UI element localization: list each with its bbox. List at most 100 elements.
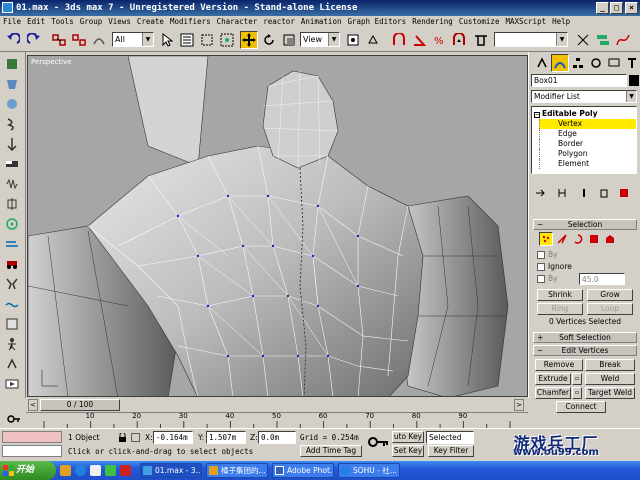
window-crossing-icon[interactable] — [218, 31, 236, 49]
mirror-icon[interactable] — [574, 31, 592, 49]
task-folder[interactable]: 橘子集团的... — [206, 463, 268, 478]
lock-icon[interactable] — [118, 432, 127, 442]
manipulate-icon[interactable] — [364, 31, 382, 49]
motion-tab-icon[interactable] — [587, 54, 605, 72]
select-by-name-icon[interactable] — [178, 31, 196, 49]
start-button[interactable]: 开始 — [0, 461, 56, 480]
undo-icon[interactable] — [4, 31, 22, 49]
chamfer-button[interactable]: Chamfer — [535, 387, 571, 399]
menu-help[interactable]: Help — [549, 16, 573, 28]
minimize-button[interactable]: _ — [596, 2, 609, 14]
rope-collection-icon[interactable] — [4, 116, 20, 132]
target-weld-button[interactable]: Target Weld — [585, 387, 635, 399]
menu-views[interactable]: Views — [105, 16, 134, 28]
previous-frame-icon[interactable]: < — [28, 399, 38, 411]
selection-rollout-header[interactable]: − Selection — [533, 219, 637, 230]
reference-coordinate-dropdown[interactable]: View ▼ — [300, 32, 340, 47]
stack-item-element[interactable]: Element — [539, 159, 636, 169]
close-button[interactable]: × — [625, 2, 638, 14]
maximize-button[interactable]: □ — [610, 2, 623, 14]
weld-button[interactable]: Weld — [585, 373, 635, 385]
select-and-move-icon[interactable] — [240, 31, 258, 49]
x-coordinate-field[interactable]: -0.164m — [153, 431, 193, 444]
track-bar[interactable]: 10 20 30 40 50 60 70 80 90 — [26, 412, 528, 428]
extrude-settings-button[interactable]: ▫ — [572, 373, 582, 385]
select-and-rotate-icon[interactable] — [260, 31, 278, 49]
dashpot-icon[interactable] — [4, 196, 20, 212]
select-and-link-icon[interactable] — [50, 31, 68, 49]
vertex-level-icon[interactable] — [539, 232, 553, 246]
snaps-toggle-icon[interactable] — [390, 31, 408, 49]
key-filters-button[interactable]: Key Filter — [428, 445, 474, 457]
deforming-mesh-icon[interactable] — [4, 136, 20, 152]
task-3dsmax[interactable]: 01.max - 3... — [140, 463, 202, 478]
rectangular-selection-icon[interactable] — [198, 31, 216, 49]
perspective-viewport[interactable]: Perspective — [27, 55, 528, 397]
media-icon[interactable] — [120, 465, 131, 476]
spring-icon[interactable] — [4, 176, 20, 192]
loop-button[interactable]: Loop — [587, 303, 633, 315]
soft-selection-rollout-header[interactable]: + Soft Selection — [533, 332, 637, 343]
select-and-scale-icon[interactable] — [280, 31, 298, 49]
key-icon[interactable] — [4, 412, 24, 426]
menu-group[interactable]: Group — [77, 16, 106, 28]
browser-icon[interactable] — [75, 465, 86, 476]
menu-reactor[interactable]: reactor — [260, 16, 298, 28]
connect-button[interactable]: Connect — [556, 401, 606, 413]
task-photoshop[interactable]: Adobe Phot... — [272, 463, 334, 478]
menu-character[interactable]: Character — [214, 16, 261, 28]
utilities-tab-icon[interactable] — [623, 54, 640, 72]
hierarchy-tab-icon[interactable] — [569, 54, 587, 72]
bind-space-warp-icon[interactable] — [90, 31, 108, 49]
ring-button[interactable]: Ring — [537, 303, 583, 315]
object-color-swatch[interactable] — [629, 75, 639, 86]
task-browser[interactable]: SOHU - 社... — [338, 463, 400, 478]
remove-modifier-icon[interactable] — [597, 186, 611, 200]
wind-icon[interactable] — [4, 236, 20, 252]
stack-item-edge[interactable]: Edge — [539, 129, 636, 139]
percent-snap-icon[interactable]: % — [430, 31, 448, 49]
toy-car-icon[interactable] — [4, 256, 20, 272]
edit-vertices-rollout-header[interactable]: − Edit Vertices — [533, 345, 637, 356]
angle-snap-icon[interactable] — [410, 31, 428, 49]
border-level-icon[interactable] — [571, 232, 585, 246]
absolute-mode-icon[interactable] — [131, 433, 140, 442]
stack-item-polygon[interactable]: Polygon — [539, 149, 636, 159]
ragdoll-icon[interactable] — [4, 336, 20, 352]
configure-modifier-sets-icon[interactable] — [617, 186, 631, 200]
preview-animation-icon[interactable] — [4, 376, 20, 392]
z-coordinate-field[interactable]: 0.0m — [258, 431, 296, 444]
menu-modifiers[interactable]: Modifiers — [167, 16, 214, 28]
polygon-level-icon[interactable] — [587, 232, 601, 246]
menu-customize[interactable]: Customize — [456, 16, 503, 28]
stack-item-border[interactable]: Border — [539, 139, 636, 149]
shrink-button[interactable]: Shrink — [537, 289, 583, 301]
curve-editor-icon[interactable] — [614, 31, 632, 49]
spinner-snap-icon[interactable] — [450, 31, 468, 49]
unlink-icon[interactable] — [70, 31, 88, 49]
menu-rendering[interactable]: Rendering — [409, 16, 456, 28]
display-tab-icon[interactable] — [605, 54, 623, 72]
messenger-icon[interactable] — [105, 465, 116, 476]
plane-icon[interactable] — [4, 156, 20, 172]
soft-body-collection-icon[interactable] — [4, 96, 20, 112]
set-key-button[interactable]: Set Key — [392, 445, 424, 457]
by-angle-checkbox[interactable] — [537, 275, 545, 283]
menu-edit[interactable]: Edit — [24, 16, 48, 28]
y-coordinate-field[interactable]: 1.507m — [206, 431, 246, 444]
set-key-icon[interactable] — [368, 435, 390, 449]
desktop-icon[interactable] — [90, 465, 101, 476]
object-name-field[interactable]: Box01 — [531, 74, 627, 87]
pin-stack-icon[interactable] — [533, 186, 547, 200]
create-tab-icon[interactable] — [533, 54, 551, 72]
redo-icon[interactable] — [25, 31, 43, 49]
cloth-collection-icon[interactable] — [4, 76, 20, 92]
maxscript-mini-listener[interactable] — [2, 445, 62, 457]
break-button[interactable]: Break — [585, 359, 635, 371]
motor-icon[interactable] — [4, 216, 20, 232]
edge-level-icon[interactable] — [555, 232, 569, 246]
align-icon[interactable] — [594, 31, 612, 49]
menu-tools[interactable]: Tools — [48, 16, 77, 28]
folder-icon[interactable] — [60, 465, 71, 476]
fracture-icon[interactable] — [4, 276, 20, 292]
